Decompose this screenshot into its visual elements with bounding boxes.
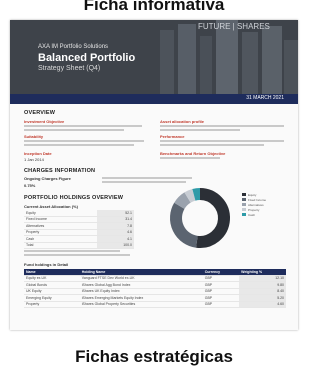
ongoing-charges-value: 0.75% xyxy=(24,183,36,188)
text-line xyxy=(102,181,186,183)
donut-slice xyxy=(174,192,191,210)
legend-label: Cash xyxy=(248,212,256,217)
top-banner: Ficha informativa xyxy=(0,0,308,22)
text-line xyxy=(24,140,144,142)
legend-swatch xyxy=(242,203,246,206)
inception-date-value: 1 Jan 2014 xyxy=(24,157,44,162)
text-line xyxy=(160,144,264,146)
legend-label: Equity xyxy=(248,192,257,197)
legend-item: Cash xyxy=(242,212,266,217)
suitability-label: Suitability xyxy=(24,134,44,139)
bottom-banner-title: Fichas estratégicas xyxy=(75,347,233,366)
donut-slice xyxy=(184,188,196,203)
legend-label: Property xyxy=(248,207,260,212)
investment-objective-label: Investment Objective xyxy=(24,119,65,124)
holdings-heading: PORTFOLIO HOLDINGS OVERVIEW xyxy=(24,195,124,201)
text-line xyxy=(160,125,284,127)
fund-subtitle: Strategy Sheet (Q4) xyxy=(38,65,101,72)
charges-heading: CHARGES INFORMATION xyxy=(24,168,96,174)
asset-name: Total xyxy=(24,242,97,249)
legend-label: Fixed Income xyxy=(248,197,267,202)
legend-label: Alternatives xyxy=(248,202,264,207)
donut-slice xyxy=(170,202,199,248)
text-line xyxy=(160,157,220,159)
table-row: Total 100.0 xyxy=(24,242,134,249)
inception-date-label: Inception Date xyxy=(24,151,52,156)
text-line xyxy=(24,144,134,146)
text-line xyxy=(24,250,120,252)
asset-allocation-table-title: Current Asset Allocation (%) xyxy=(24,204,78,209)
text-line xyxy=(24,125,142,127)
text-line xyxy=(102,177,192,179)
performance-label: Performance xyxy=(160,134,185,139)
text-line xyxy=(160,129,240,131)
legend-swatch xyxy=(242,213,246,216)
legend-swatch xyxy=(242,193,246,196)
date-band: 31 MARCH 2021 xyxy=(10,94,298,104)
asset-allocation-donut-chart xyxy=(170,188,230,248)
cell: GBP xyxy=(202,301,240,308)
ongoing-charges-label: Ongoing Charges Figure xyxy=(24,176,71,181)
text-line xyxy=(160,140,284,142)
donut-slice xyxy=(192,188,201,201)
fund-title: Balanced Portfolio xyxy=(38,52,136,64)
table-row: Property iShares Global Property Securiti… xyxy=(24,301,286,308)
asset-allocation-profile-label: Asset allocation profile xyxy=(160,119,205,124)
legend-swatch xyxy=(242,198,246,201)
cell: iShares Global Property Securities xyxy=(79,301,203,308)
benchmark-label: Benchmarks and Return Objective xyxy=(160,151,226,156)
text-line xyxy=(24,254,130,256)
asset-value: 100.0 xyxy=(96,242,134,249)
watermark-text: FUTURE | SHARES xyxy=(198,22,270,31)
donut-slice xyxy=(196,188,230,248)
cell: 4.60 xyxy=(239,301,286,308)
text-line xyxy=(24,129,124,131)
hero-header: FUTURE | SHARES AXA IM Portfolio Solutio… xyxy=(10,20,298,94)
fact-sheet-document[interactable]: FUTURE | SHARES AXA IM Portfolio Solutio… xyxy=(10,20,298,330)
brand-name: AXA IM Portfolio Solutions xyxy=(38,44,109,50)
top-banner-title: Ficha informativa xyxy=(83,0,225,14)
legend-swatch xyxy=(242,208,246,211)
cell: Property xyxy=(24,301,80,308)
asset-allocation-table: Equity 52.1 Fixed Income 31.4 Alternatives… xyxy=(24,210,134,249)
donut-legend: Equity Fixed Income Alternatives Property Ca… xyxy=(242,192,266,217)
overview-heading: OVERVIEW xyxy=(24,110,56,116)
fund-holdings-table: Name Holding Name Currency Weighting % E… xyxy=(24,269,286,308)
fund-holdings-title: Fund holdings in Detail xyxy=(24,262,69,267)
bottom-banner: Fichas estratégicas xyxy=(0,334,308,376)
report-date: 31 MARCH 2021 xyxy=(246,95,284,101)
